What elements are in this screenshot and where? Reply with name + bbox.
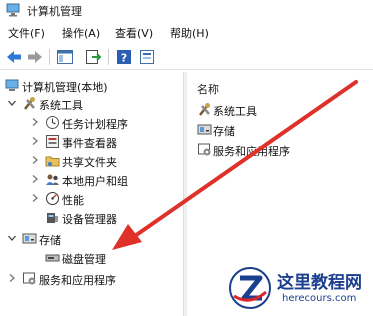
chevron-right-icon[interactable] — [30, 174, 40, 184]
svg-text:?: ? — [121, 52, 127, 65]
menu-action[interactable]: 操作(A) — [62, 25, 100, 41]
list-item-label: 服务和应用程序 — [213, 145, 290, 158]
chevron-down-icon[interactable] — [7, 233, 17, 243]
device-manager-icon — [47, 213, 58, 223]
toolbar-separator — [108, 49, 109, 65]
window-title: 计算机管理 — [27, 5, 82, 18]
forward-arrow-icon[interactable] — [26, 48, 44, 66]
tree-item-storage[interactable]: 存储 — [0, 230, 183, 248]
tree-item-label: 设备管理器 — [62, 213, 117, 226]
menu-file[interactable]: 文件(F) — [8, 25, 45, 41]
chevron-right-icon[interactable] — [30, 155, 40, 165]
properties-icon[interactable] — [138, 48, 156, 66]
computer-management-icon — [6, 3, 20, 17]
computer-management-icon — [5, 79, 19, 91]
tree-item-performance[interactable]: 性能 — [0, 190, 183, 208]
tree-item-computer-management[interactable]: 计算机管理(本地) — [0, 77, 183, 95]
storage-icon — [197, 124, 212, 135]
tree-item-label: 存储 — [39, 234, 61, 247]
tools-icon — [199, 103, 210, 116]
tree-item-label: 事件查看器 — [62, 137, 117, 150]
tree-item-label: 系统工具 — [39, 99, 83, 112]
help-icon[interactable]: ? — [115, 48, 133, 66]
shared-folder-icon — [45, 156, 60, 167]
menu-bar: 文件(F) 操作(A) 查看(V) 帮助(H) — [0, 22, 373, 42]
list-item[interactable]: 存储 — [197, 121, 367, 139]
tree-item-device-manager[interactable]: 设备管理器 — [0, 209, 183, 227]
tree-item-label: 任务计划程序 — [62, 118, 128, 131]
tree-item-label: 共享文件夹 — [62, 156, 117, 169]
title-bar: 计算机管理 — [0, 0, 373, 20]
tree-item-system-tools[interactable]: 系统工具 — [0, 95, 183, 113]
show-tree-icon[interactable] — [56, 48, 74, 66]
clock-icon — [46, 116, 59, 129]
watermark-badge-icon — [229, 267, 271, 309]
event-viewer-icon — [46, 135, 59, 148]
storage-icon — [22, 233, 37, 244]
tree-item-label: 磁盘管理 — [62, 253, 106, 266]
chevron-right-icon[interactable] — [7, 273, 17, 283]
watermark-logo: 这里教程网 herecours.com — [222, 262, 373, 316]
watermark-title: 这里教程网 — [277, 273, 362, 293]
users-icon — [46, 174, 59, 185]
tree-item-local-users-groups[interactable]: 本地用户和组 — [0, 171, 183, 189]
services-icon — [198, 143, 211, 156]
chevron-down-icon[interactable] — [7, 98, 17, 108]
tree-item-label: 计算机管理(本地) — [22, 81, 108, 94]
menu-view[interactable]: 查看(V) — [115, 25, 153, 41]
chevron-right-icon[interactable] — [30, 193, 40, 203]
back-arrow-icon[interactable] — [5, 48, 23, 66]
tree-item-services-applications[interactable]: 服务和应用程序 — [0, 270, 183, 288]
list-item[interactable]: 系统工具 — [197, 101, 367, 119]
list-item[interactable]: 服务和应用程序 — [197, 141, 367, 159]
toolbar: ? — [0, 45, 373, 70]
watermark-url: herecours.com — [282, 293, 357, 304]
tree-item-event-viewer[interactable]: 事件查看器 — [0, 133, 183, 151]
tree-item-task-scheduler[interactable]: 任务计划程序 — [0, 114, 183, 132]
chevron-right-icon[interactable] — [30, 136, 40, 146]
chevron-right-icon[interactable] — [30, 117, 40, 127]
column-header-name[interactable]: 名称 — [197, 81, 219, 97]
services-icon — [23, 272, 36, 285]
tree-item-shared-folders[interactable]: 共享文件夹 — [0, 152, 183, 170]
list-item-label: 系统工具 — [213, 105, 257, 118]
tree-item-disk-management[interactable]: 磁盘管理 — [0, 249, 183, 267]
disk-management-icon — [45, 254, 60, 262]
tree-item-label: 服务和应用程序 — [39, 274, 116, 287]
navigation-tree: 计算机管理(本地) 系统工具 任务计划程序 事件查看器 共享文件夹 本地用户和组… — [0, 72, 183, 316]
export-list-icon[interactable] — [84, 48, 102, 66]
menu-help[interactable]: 帮助(H) — [170, 25, 209, 41]
tree-item-label: 本地用户和组 — [62, 175, 128, 188]
tree-item-label: 性能 — [62, 194, 84, 207]
performance-icon — [46, 192, 59, 205]
tools-icon — [24, 97, 35, 110]
toolbar-separator — [49, 49, 50, 65]
list-item-label: 存储 — [213, 125, 235, 138]
